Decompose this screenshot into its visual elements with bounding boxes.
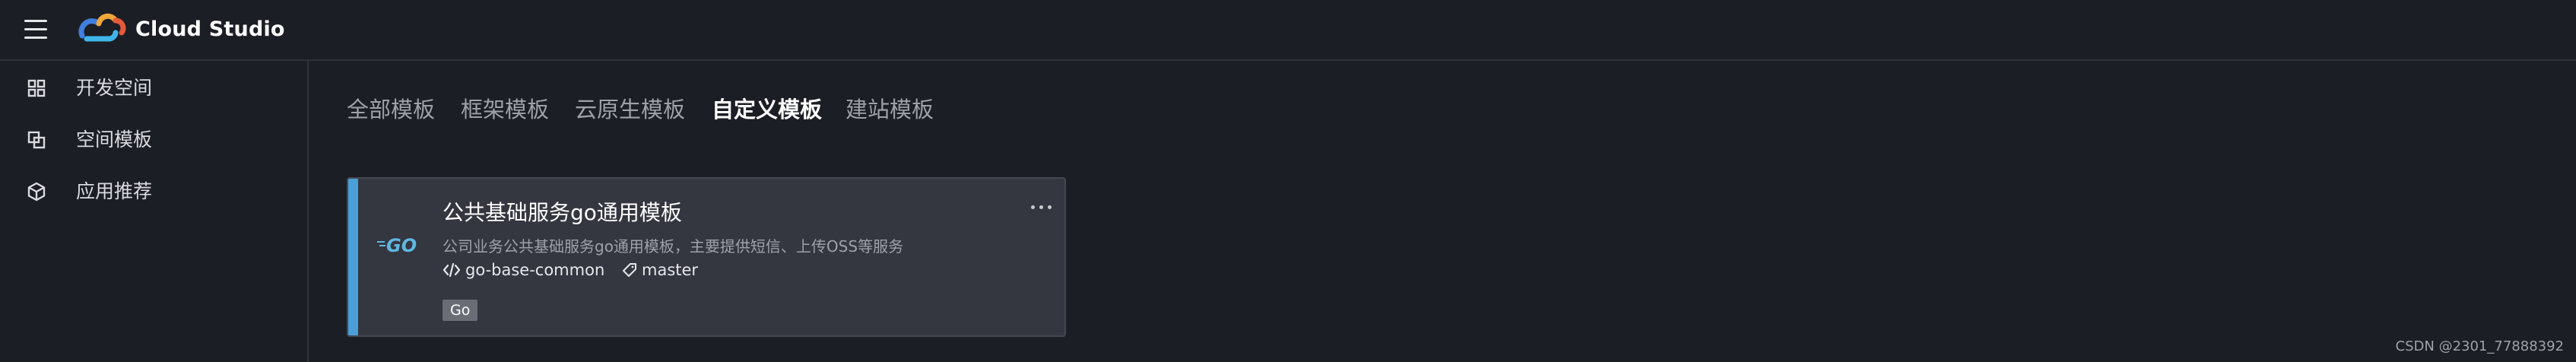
grid-icon xyxy=(27,79,46,97)
cloud-studio-logo-icon xyxy=(78,13,126,42)
sidebar-item-label: 空间模板 xyxy=(76,129,153,151)
cube-icon xyxy=(27,182,46,202)
tab-framework-templates[interactable]: 框架模板 xyxy=(461,94,549,125)
tab-all-templates[interactable]: 全部模板 xyxy=(347,94,435,125)
code-icon xyxy=(443,262,461,278)
go-logo-icon: GO xyxy=(377,235,417,256)
branch-name: master xyxy=(642,261,699,279)
top-header: Cloud Studio xyxy=(0,0,2576,61)
card-title: 公共基础服务go通用模板 xyxy=(443,200,682,225)
template-card[interactable]: GO 公共基础服务go通用模板 公司业务公共基础服务go通用模板，主要提供短信、… xyxy=(347,177,1066,337)
card-description: 公司业务公共基础服务go通用模板，主要提供短信、上传OSS等服务 xyxy=(443,237,904,256)
language-tag: Go xyxy=(443,300,478,321)
more-horizontal-icon[interactable] xyxy=(1029,202,1054,212)
app-title: Cloud Studio xyxy=(135,17,285,41)
sidebar-item-label: 应用推荐 xyxy=(76,180,153,202)
sidebar-item-label: 开发空间 xyxy=(76,77,153,99)
watermark: CSDN @2301_77888392 xyxy=(2395,338,2564,354)
app-root: Cloud Studio 开发空间 空间模板 应用推荐 全部模板 框架模板 云原… xyxy=(0,0,2576,362)
tab-cloud-native-templates[interactable]: 云原生模板 xyxy=(575,94,685,125)
copy-icon xyxy=(27,131,46,149)
hamburger-menu-icon[interactable] xyxy=(23,17,50,43)
sidebar-item-dev-space[interactable]: 开发空间 xyxy=(0,65,307,111)
tab-custom-templates[interactable]: 自定义模板 xyxy=(712,94,822,125)
tag-icon xyxy=(623,263,636,277)
sidebar-item-app-recommend[interactable]: 应用推荐 xyxy=(0,169,307,214)
tab-website-templates[interactable]: 建站模板 xyxy=(845,94,934,125)
card-accent-bar xyxy=(348,179,358,335)
svg-text:GO: GO xyxy=(386,235,417,256)
sidebar-item-space-templates[interactable]: 空间模板 xyxy=(0,117,307,163)
repo-name: go-base-common xyxy=(465,261,605,279)
sidebar: 开发空间 空间模板 应用推荐 xyxy=(0,61,309,362)
